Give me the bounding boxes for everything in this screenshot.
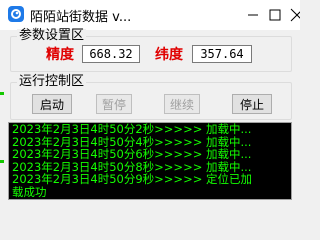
params-group-legend: 参数设置区 xyxy=(17,28,87,43)
log-line: 2023年2月3日4时50分9秒>>>>> 定位已加 xyxy=(12,172,252,187)
maximize-button[interactable] xyxy=(266,6,284,24)
log-line: 载成功 xyxy=(12,184,47,199)
edge-marker xyxy=(0,92,4,95)
start-button[interactable]: 启动 xyxy=(32,94,72,114)
minimize-icon xyxy=(248,14,258,16)
close-button[interactable] xyxy=(288,6,300,24)
pause-button[interactable]: 暂停 xyxy=(96,94,132,114)
edge-marker xyxy=(0,160,4,163)
close-icon xyxy=(290,8,300,22)
title-bar[interactable]: 陌陌站街数据 v... xyxy=(0,0,300,30)
minimize-button[interactable] xyxy=(244,6,262,24)
log-line: 2023年2月3日4时50分6秒>>>>> 加载中... xyxy=(12,147,252,162)
log-line: 2023年2月3日4时50分2秒>>>>> 加载中... xyxy=(12,122,252,136)
latitude-input[interactable] xyxy=(82,45,140,63)
log-console[interactable]: 2023年2月3日4时50分2秒>>>>> 加载中... 2023年2月3日4时… xyxy=(8,122,292,200)
control-group-legend: 运行控制区 xyxy=(17,74,87,89)
stop-button[interactable]: 停止 xyxy=(232,94,272,114)
app-swirl-icon xyxy=(8,6,24,22)
resume-button[interactable]: 继续 xyxy=(164,94,200,114)
longitude-input[interactable] xyxy=(192,45,252,63)
maximize-icon xyxy=(269,9,281,21)
latitude-label: 精度 xyxy=(46,47,74,63)
longitude-label: 纬度 xyxy=(155,47,183,63)
window-title: 陌陌站街数据 v... xyxy=(30,10,132,25)
